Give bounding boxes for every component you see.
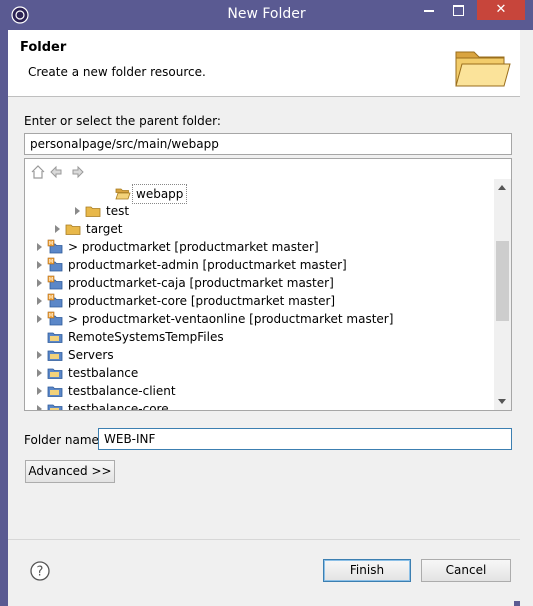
tree-item-label: > productmarket [productmarket master] bbox=[68, 240, 319, 254]
expand-arrow-icon[interactable] bbox=[37, 351, 42, 359]
title-bar: New Folder ✕ bbox=[0, 0, 533, 30]
advanced-button[interactable]: Advanced >> bbox=[25, 460, 115, 483]
expand-arrow-icon[interactable] bbox=[37, 369, 42, 377]
scroll-down-icon[interactable] bbox=[498, 399, 506, 404]
project-icon: M bbox=[47, 257, 63, 272]
dialog-body: Folder Create a new folder resource. Ent… bbox=[8, 30, 520, 601]
header-title: Folder bbox=[20, 40, 67, 55]
expand-arrow-icon[interactable] bbox=[37, 297, 42, 305]
parent-folder-label: Enter or select the parent folder: bbox=[24, 114, 221, 128]
expand-arrow-icon[interactable] bbox=[37, 243, 42, 251]
minimize-button[interactable] bbox=[424, 10, 434, 12]
dialog-footer: ? Finish Cancel bbox=[8, 539, 520, 601]
expand-arrow-icon[interactable] bbox=[75, 207, 80, 215]
expand-arrow-icon[interactable] bbox=[55, 225, 60, 233]
folder-icon bbox=[85, 206, 101, 217]
tree-item-label: test bbox=[106, 204, 130, 218]
help-icon[interactable]: ? bbox=[30, 561, 50, 581]
tree-item-label: RemoteSystemsTempFiles bbox=[68, 330, 224, 344]
scroll-up-icon[interactable] bbox=[498, 185, 506, 190]
cancel-button[interactable]: Cancel bbox=[421, 559, 511, 582]
scroll-thumb[interactable] bbox=[496, 241, 509, 321]
folder-name-input[interactable]: WEB-INF bbox=[98, 428, 512, 450]
expand-arrow-icon[interactable] bbox=[37, 279, 42, 287]
svg-text:M: M bbox=[49, 259, 53, 265]
tree-item-label: testbalance bbox=[68, 366, 139, 380]
folder-project-icon bbox=[47, 368, 63, 379]
folder-project-icon bbox=[47, 386, 63, 397]
folder-name-label: Folder name: bbox=[24, 433, 103, 447]
home-icon[interactable] bbox=[31, 165, 45, 179]
expand-arrow-icon[interactable] bbox=[37, 405, 42, 410]
svg-text:?: ? bbox=[37, 565, 44, 580]
tree-item-label: productmarket-admin [productmarket maste… bbox=[68, 258, 347, 272]
svg-text:M: M bbox=[49, 241, 53, 247]
folder-icon bbox=[65, 224, 81, 235]
tree-item-label: productmarket-core [productmarket master… bbox=[68, 294, 336, 308]
finish-button[interactable]: Finish bbox=[323, 559, 411, 582]
svg-text:M: M bbox=[49, 313, 53, 319]
folder-project-icon bbox=[47, 404, 63, 410]
tree-scrollbar[interactable] bbox=[494, 179, 511, 410]
header-description: Create a new folder resource. bbox=[28, 65, 206, 79]
folder-open-icon bbox=[115, 188, 131, 200]
tree-item-label: Servers bbox=[68, 348, 114, 362]
folder-project-icon bbox=[47, 350, 63, 361]
svg-text:M: M bbox=[49, 277, 53, 283]
back-icon[interactable] bbox=[49, 165, 63, 179]
project-icon: M bbox=[47, 239, 63, 254]
tree-item-label: target bbox=[86, 222, 123, 236]
tree-item-label: testbalance-client bbox=[68, 384, 176, 398]
folder-project-icon bbox=[47, 332, 63, 343]
expand-arrow-icon[interactable] bbox=[37, 387, 42, 395]
tree-item-label: productmarket-caja [productmarket master… bbox=[68, 276, 334, 290]
close-icon: ✕ bbox=[495, 2, 507, 17]
close-button[interactable]: ✕ bbox=[477, 0, 525, 20]
tree-item-label: testbalance-core bbox=[68, 402, 169, 411]
expand-arrow-icon[interactable] bbox=[37, 261, 42, 269]
project-icon: M bbox=[47, 293, 63, 308]
project-icon: M bbox=[47, 311, 63, 326]
tree-item-label: webapp bbox=[132, 184, 188, 204]
parent-folder-input[interactable]: personalpage/src/main/webapp bbox=[24, 133, 512, 155]
folder-open-icon bbox=[455, 51, 511, 87]
expand-arrow-icon[interactable] bbox=[37, 315, 42, 323]
svg-text:M: M bbox=[49, 295, 53, 301]
maximize-button[interactable] bbox=[453, 5, 464, 16]
forward-icon[interactable] bbox=[71, 165, 85, 179]
tree-item-label: > productmarket-ventaonline [productmark… bbox=[68, 312, 394, 326]
project-icon: M bbox=[47, 275, 63, 290]
folder-tree[interactable]: webapp test target M > productmarket [produc… bbox=[24, 158, 512, 411]
wizard-header: Folder Create a new folder resource. bbox=[8, 30, 520, 97]
